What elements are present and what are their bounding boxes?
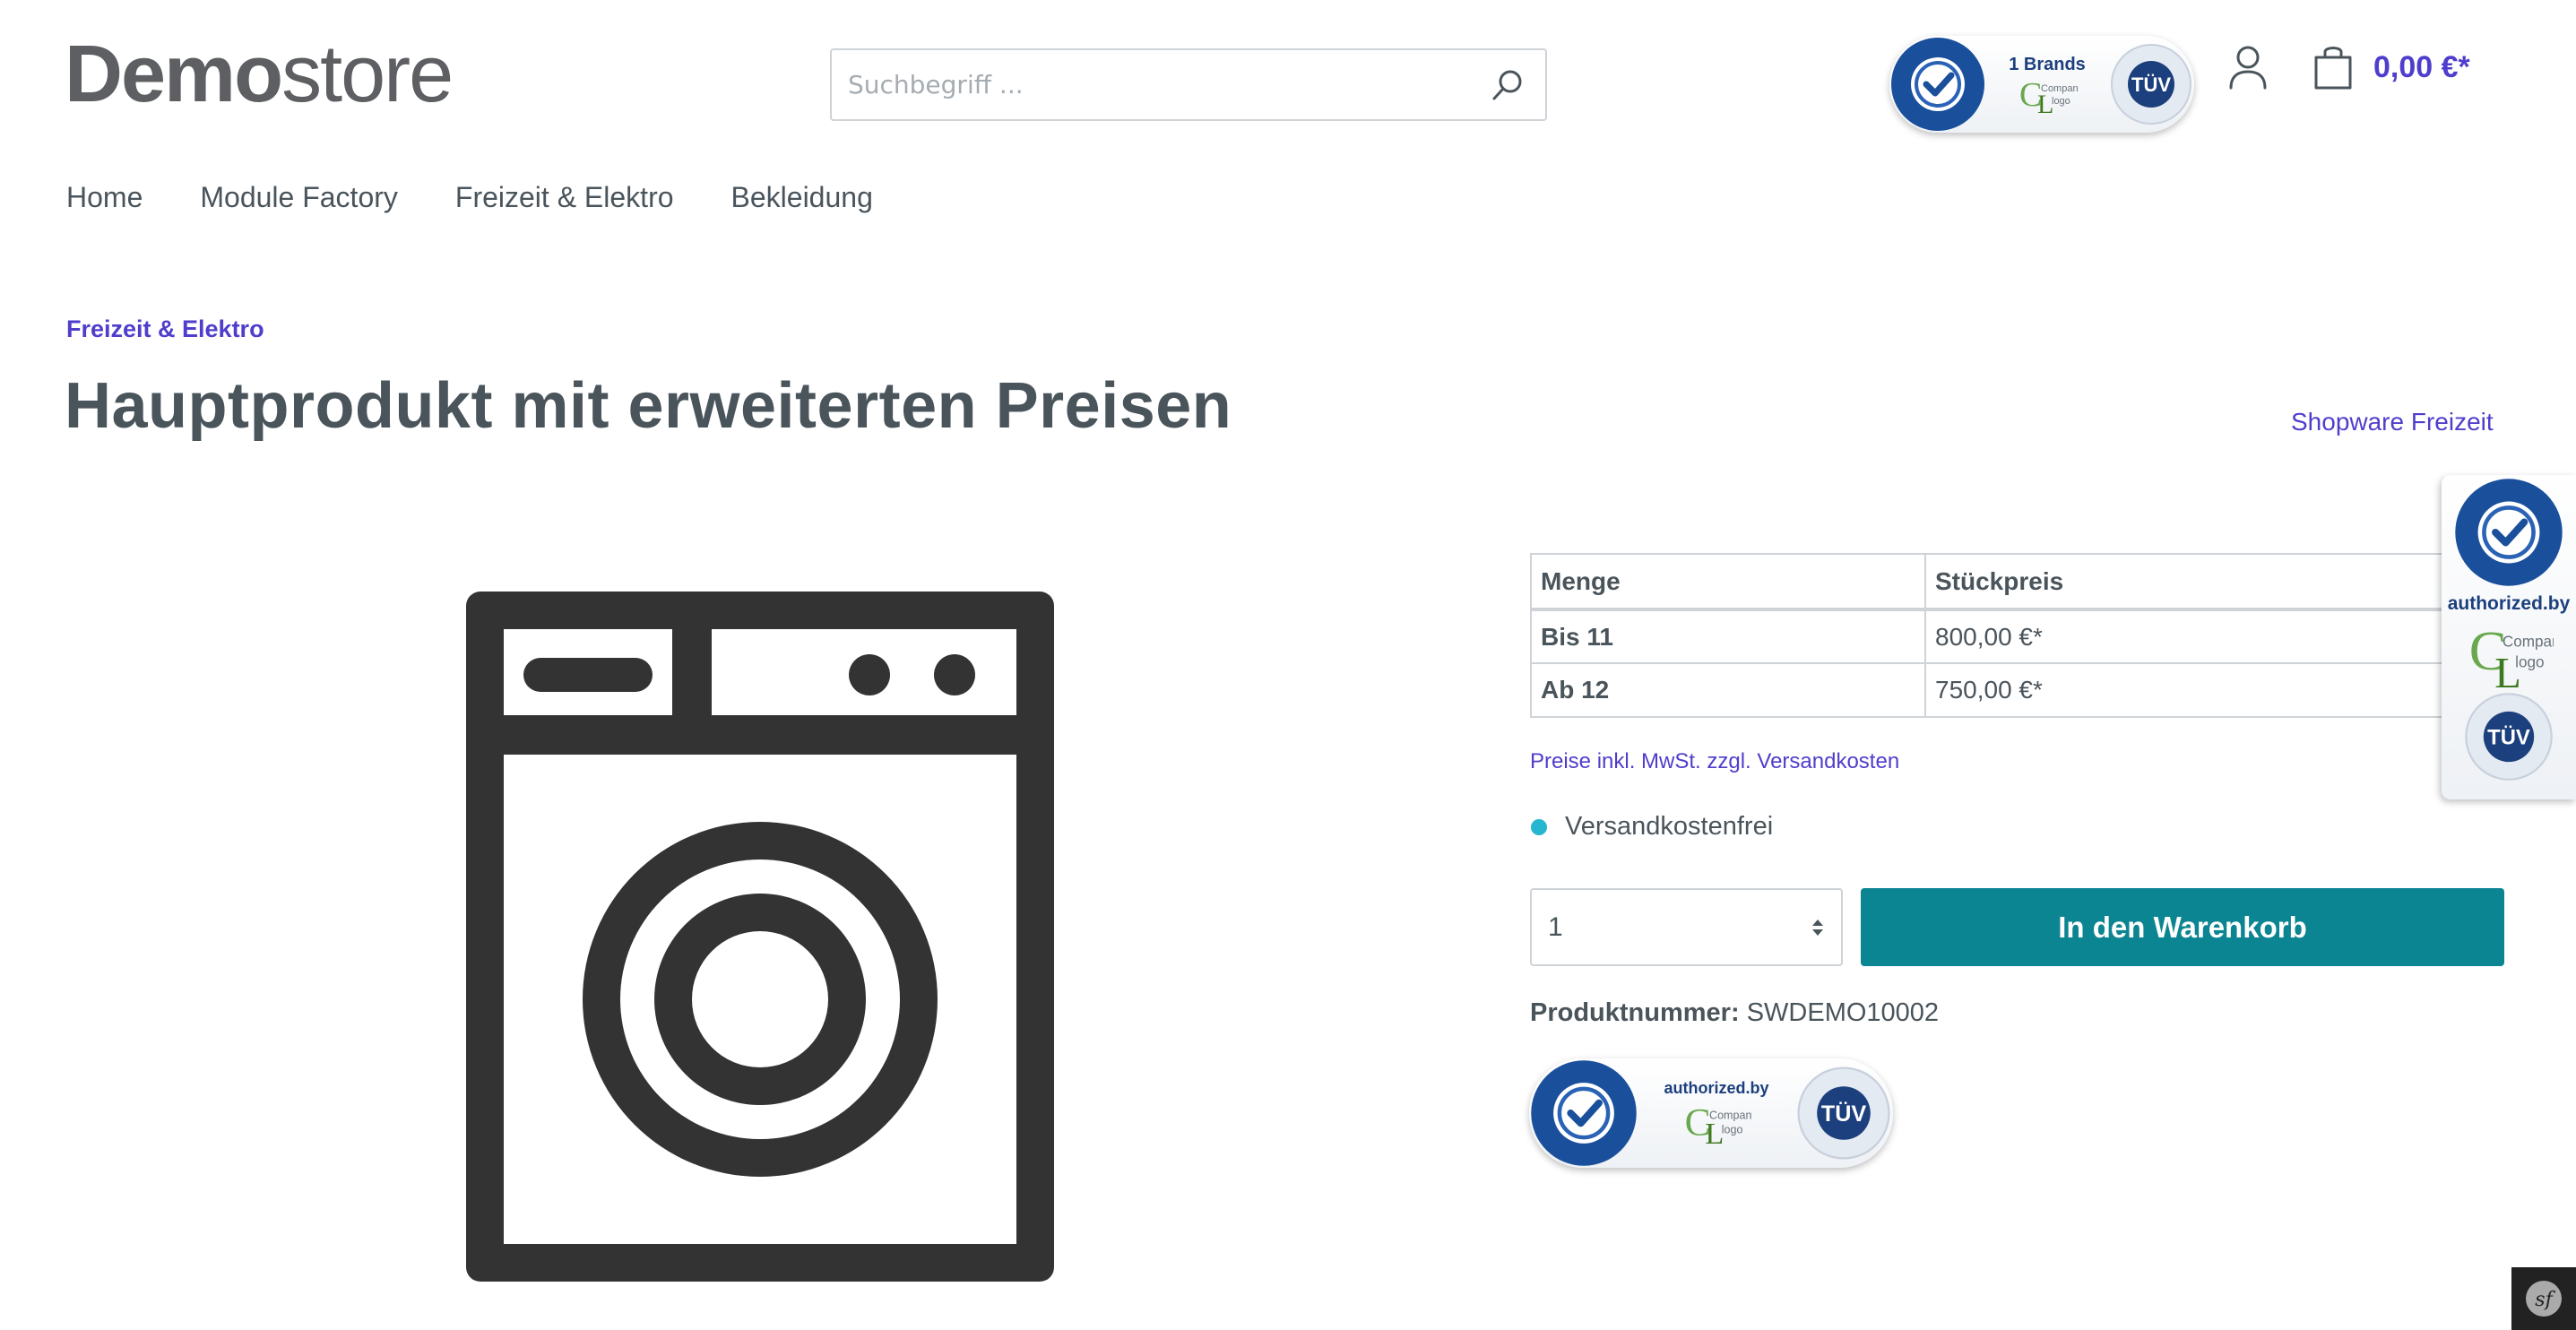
store-logo[interactable]: Demo store <box>65 34 454 115</box>
quantity-select[interactable]: 1 <box>1530 888 1843 966</box>
tax-shipping-link[interactable]: Preise inkl. MwSt. zzgl. Versandkosten <box>1530 749 1899 774</box>
account-icon[interactable] <box>2226 43 2269 93</box>
search-input[interactable] <box>848 70 1486 99</box>
trust-badge-caption: authorized.by <box>2447 593 2571 614</box>
company-logo-icon: C L Company logo <box>1685 1101 1752 1147</box>
nav-item-module-factory[interactable]: Module Factory <box>200 181 398 214</box>
price-table-header-unit-price: Stückpreis <box>1924 553 2503 611</box>
delivery-status-dot-icon <box>1531 818 1547 835</box>
svg-text:Company: Company <box>2503 632 2554 650</box>
tuv-seal-icon: TÜV <box>2111 44 2191 125</box>
cart-icon[interactable] <box>2311 43 2356 93</box>
nav-item-bekleidung[interactable]: Bekleidung <box>731 181 873 214</box>
product-title: Hauptprodukt mit erweiterten Preisen <box>65 370 1232 442</box>
search-icon <box>1492 70 1522 99</box>
price-table: Menge Stückpreis Bis 11 800,00 €* Ab 12 … <box>1530 553 2503 718</box>
trust-badge-sidebar[interactable]: authorized.by C L Company logo TÜV <box>2442 475 2576 799</box>
tuv-seal-icon: TÜV <box>2465 693 2553 781</box>
company-logo-icon: C L Company logo <box>2019 76 2079 115</box>
logo-light-text: store <box>281 30 454 119</box>
svg-text:logo: logo <box>1722 1123 1743 1136</box>
svg-text:Company: Company <box>2041 83 2079 94</box>
price-row-price: 750,00 €* <box>1924 662 2503 718</box>
breadcrumb[interactable]: Freizeit & Elektro <box>66 315 264 343</box>
manufacturer-link[interactable]: Shopware Freizeit <box>2291 408 2494 436</box>
symfony-toolbar-toggle[interactable]: sf <box>2511 1267 2576 1330</box>
svg-text:logo: logo <box>2052 96 2070 107</box>
logo-bold-text: Demo <box>65 30 283 119</box>
nav-item-freizeit-elektro[interactable]: Freizeit & Elektro <box>455 181 674 214</box>
product-number-label: Produktnummer: <box>1530 998 1740 1027</box>
svg-text:TÜV: TÜV <box>1821 1101 1867 1127</box>
authorized-partner-seal-icon <box>1891 38 1984 131</box>
select-arrows-icon <box>1812 919 1823 936</box>
product-number: Produktnummer: SWDEMO10002 <box>1530 998 1939 1028</box>
trust-badge-caption: authorized.by <box>1664 1078 1769 1097</box>
add-to-cart-button[interactable]: In den Warenkorb <box>1861 888 2504 966</box>
trust-badge-header[interactable]: 1 Brands C L Company logo TÜV <box>1889 36 2194 133</box>
main-navigation: Home Module Factory Freizeit & Elektro B… <box>66 181 873 214</box>
price-table-header-quantity: Menge <box>1530 553 1926 611</box>
price-row-quantity: Ab 12 <box>1530 662 1926 718</box>
delivery-status-text: Versandkostenfrei <box>1565 812 1774 841</box>
table-row: Bis 11 800,00 €* <box>1530 609 2503 664</box>
delivery-status: Versandkostenfrei <box>1531 812 1773 842</box>
table-row: Ab 12 750,00 €* <box>1530 662 2503 718</box>
cart-total[interactable]: 0,00 €* <box>2373 50 2470 85</box>
authorized-partner-seal-icon <box>1531 1060 1637 1166</box>
search-bar <box>830 48 1547 121</box>
quantity-value: 1 <box>1548 911 1563 942</box>
price-row-price: 800,00 €* <box>1924 609 2503 664</box>
authorized-partner-seal-icon <box>2455 479 2563 586</box>
svg-text:TÜV: TÜV <box>2131 73 2171 96</box>
svg-text:Company: Company <box>1709 1109 1752 1121</box>
company-logo-icon: C L Company logo <box>2469 619 2554 690</box>
nav-item-home[interactable]: Home <box>66 181 143 214</box>
trust-badge-header-center: 1 Brands C L Company logo <box>2009 55 2086 115</box>
search-button[interactable] <box>1486 64 1529 107</box>
svg-text:logo: logo <box>2515 652 2544 670</box>
trust-badge-product[interactable]: authorized.by C L Company logo TÜV <box>1529 1058 1893 1168</box>
price-table-header-row: Menge Stückpreis <box>1530 553 2503 611</box>
tuv-seal-icon: TÜV <box>1797 1067 1890 1160</box>
symfony-icon: sf <box>2526 1281 2562 1317</box>
svg-text:TÜV: TÜV <box>2487 726 2530 750</box>
trust-badge-product-center: authorized.by C L Company logo <box>1664 1079 1768 1148</box>
product-number-value: SWDEMO10002 <box>1746 998 1940 1027</box>
price-row-quantity: Bis 11 <box>1530 609 1926 664</box>
washing-machine-image[interactable] <box>466 592 1054 1282</box>
trust-badge-caption: 1 Brands <box>2009 54 2086 74</box>
